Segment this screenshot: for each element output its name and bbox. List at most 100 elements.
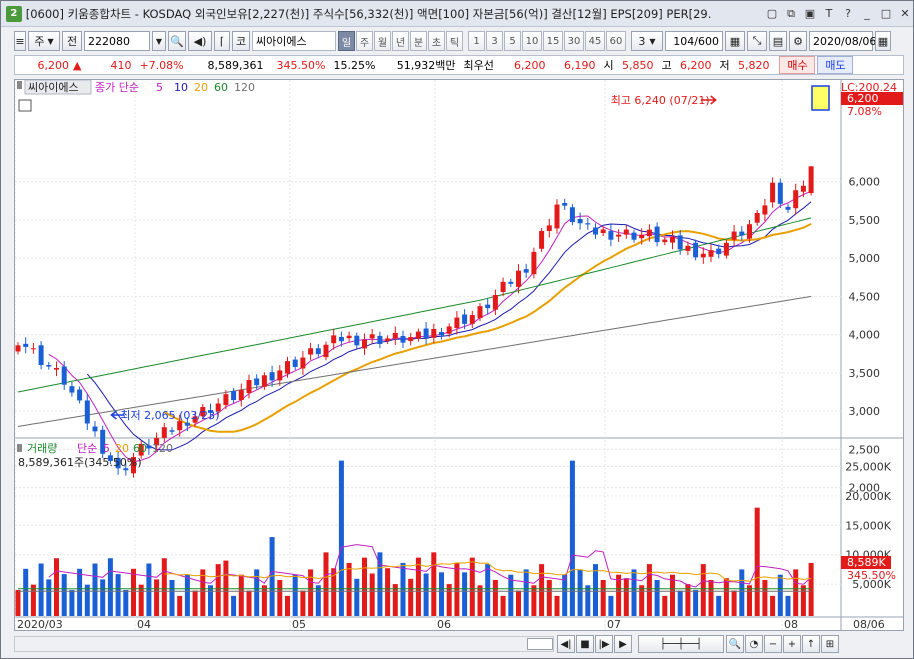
date-input[interactable]: 2020/08/06 [809, 31, 876, 51]
rewind-button[interactable]: ◀| [557, 635, 575, 653]
tab-month[interactable]: 월 [374, 31, 391, 51]
forward-button[interactable]: |▶ [595, 635, 613, 653]
volume-bar [670, 574, 675, 616]
minute-opt[interactable]: 60 [606, 31, 626, 51]
minute-opt[interactable]: 45 [585, 31, 605, 51]
candle-body [700, 253, 706, 258]
lock-icon[interactable]: ◔ [745, 635, 763, 653]
chart-area[interactable]: 6,000 5,500 5,000 4,500 4,000 3,500 3,000 2,500… [14, 79, 904, 631]
speaker-icon[interactable]: ◀) [188, 31, 212, 51]
volume-bar [593, 564, 598, 616]
buy-button[interactable]: 매수 [779, 56, 816, 74]
volume-bar [23, 568, 29, 616]
candle-body [646, 229, 652, 237]
move-up-icon[interactable]: ↑ [802, 635, 820, 653]
volume-bar [408, 578, 414, 616]
plus-icon[interactable]: + [783, 635, 801, 653]
stock-chart-svg[interactable]: 6,000 5,500 5,000 4,500 4,000 3,500 3,000 2,500… [14, 79, 903, 631]
y-tick-label: 4,500 [849, 290, 881, 303]
change-percent: +7.08% [139, 58, 184, 72]
minimize-icon[interactable]: _ [859, 6, 875, 22]
play-button[interactable]: ▶ [614, 635, 632, 653]
turnover-rate: 15.25% [333, 58, 376, 72]
legend-marker-icon [17, 444, 22, 452]
tab-second[interactable]: 초 [428, 31, 445, 51]
prev-button[interactable]: 전 [62, 31, 82, 51]
help-icon[interactable]: ? [840, 6, 856, 22]
minute-opt[interactable]: 30 [564, 31, 584, 51]
minute-opt[interactable]: 1 [468, 31, 485, 51]
interval-select[interactable]: 3 ▼ [631, 31, 663, 51]
volume-bar [308, 569, 314, 616]
volume-bar [138, 584, 144, 616]
candle-body [639, 234, 645, 239]
tab-tick[interactable]: 틱 [446, 31, 463, 51]
candle-body [177, 421, 183, 431]
search-icon[interactable]: 🔍 [168, 31, 186, 51]
close-icon[interactable]: ✕ [897, 6, 913, 22]
price-change: 410 [110, 58, 132, 72]
grid-icon[interactable]: ▦ [725, 31, 745, 51]
minute-opt[interactable]: 3 [486, 31, 503, 51]
volume-bar [354, 578, 360, 616]
tab-year[interactable]: 년 [392, 31, 409, 51]
volume-bar [754, 507, 760, 616]
restore-icon[interactable]: ▣ [802, 6, 818, 22]
tab-week[interactable]: 주 [356, 31, 373, 51]
calendar-icon[interactable]: ▦ [875, 31, 891, 51]
search-icon[interactable]: 🔍 [726, 635, 744, 653]
page-count-display[interactable]: 104/600 [665, 31, 723, 51]
candle-body [54, 368, 59, 370]
settings-icon[interactable]: ⚙ [789, 31, 807, 51]
stop-button[interactable]: ■ [576, 635, 594, 653]
high-price: 6,200 [679, 58, 712, 72]
candle-body [554, 204, 560, 229]
stock-code-input[interactable]: 222080 [84, 31, 150, 51]
copy-icon[interactable]: ⧉ [783, 6, 799, 22]
scroll-track[interactable] [14, 636, 554, 652]
minute-opt[interactable]: 15 [543, 31, 563, 51]
volume-bar [508, 574, 514, 616]
volume-legend-label: 거래량 [27, 442, 57, 455]
stock-type-select[interactable]: 주 ▼ [28, 31, 60, 51]
tool-icon[interactable]: ⤡ [747, 31, 767, 51]
volume-bar [77, 568, 83, 616]
candle-body [338, 336, 344, 342]
volume-bar [600, 579, 606, 616]
tab-day[interactable]: 일 [338, 31, 355, 51]
minus-icon[interactable]: − [764, 635, 782, 653]
x-tick-label: 05 [292, 618, 306, 630]
volume-bar [546, 579, 552, 616]
save-icon[interactable]: ▤ [769, 31, 787, 51]
text-icon[interactable]: T [821, 6, 837, 22]
candle-body [454, 317, 460, 328]
window-number-badge: 2 [6, 5, 22, 22]
volume-bar [616, 574, 622, 616]
candle-body [593, 227, 598, 235]
menu-icon[interactable]: ≡ [14, 31, 26, 51]
candle-body [323, 344, 329, 358]
chart-bg [15, 80, 903, 630]
tab-minute[interactable]: 분 [410, 31, 427, 51]
scroll-thumb[interactable] [527, 638, 553, 650]
name-button[interactable]: 코 [232, 31, 250, 51]
candle-body [146, 445, 152, 449]
candle-body [585, 223, 591, 225]
maximize-icon[interactable]: □ [878, 6, 894, 22]
grid-toggle-icon[interactable]: ⊞ [821, 635, 839, 653]
volume-bar [54, 558, 59, 616]
candle-body [439, 332, 444, 336]
volume-bar [439, 572, 444, 616]
zoom-slider[interactable]: ├──┼──┤ [638, 635, 724, 653]
code-dropdown-icon[interactable]: ▼ [152, 31, 166, 51]
minute-opt[interactable]: 10 [522, 31, 542, 51]
volume-bar [92, 563, 98, 616]
link-icon[interactable]: ▢ [764, 6, 780, 22]
minute-opt[interactable]: 5 [504, 31, 521, 51]
sell-button[interactable]: 매도 [817, 56, 854, 74]
bid-price: 6,190 [563, 58, 596, 72]
bracket-icon[interactable]: ⌈ [214, 31, 230, 51]
price-legend: 씨아이에스 종가 단순 5 10 20 60 120 [17, 79, 255, 95]
candle-body [569, 207, 575, 223]
candle-body [285, 361, 290, 374]
